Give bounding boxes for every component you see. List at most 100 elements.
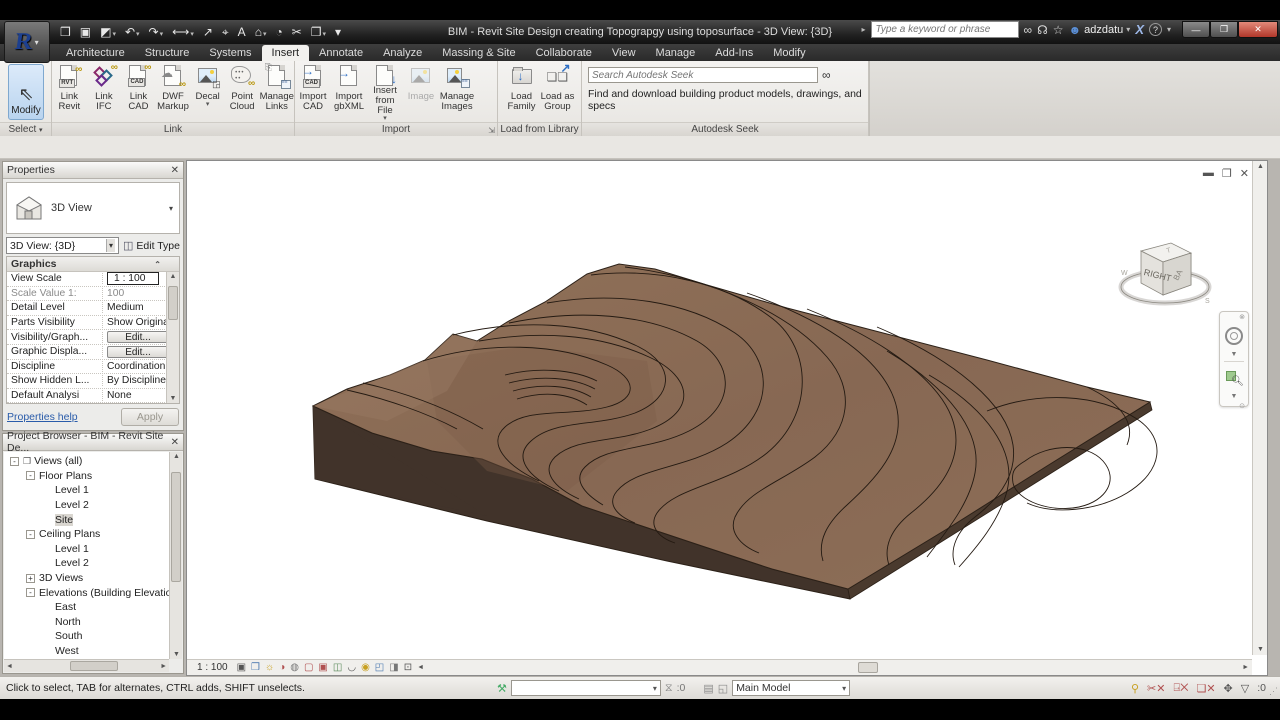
expand-icon[interactable]: + xyxy=(26,574,35,583)
worksets-dropdown[interactable]: ▾ xyxy=(511,680,661,696)
crop-view-icon[interactable]: ▢ xyxy=(304,663,313,673)
save-icon[interactable]: ▣ xyxy=(76,24,95,40)
manage-images-button[interactable]: ≡≡Manage Images xyxy=(439,62,475,121)
viewport-horizontal-scrollbar[interactable]: ► xyxy=(503,659,1252,675)
exchange-apps-icon[interactable]: X xyxy=(1135,22,1144,37)
search-icon[interactable]: ∞ xyxy=(1024,23,1033,37)
tab-systems[interactable]: Systems xyxy=(199,45,261,61)
type-selector-caret-icon[interactable]: ▾ xyxy=(169,204,173,213)
dwf-markup-button[interactable]: ☁∞DWF Markup xyxy=(156,62,191,121)
property-row[interactable]: Scale Value 1:100 xyxy=(7,287,179,302)
link-revit-button[interactable]: RVT∞Link Revit xyxy=(52,62,87,121)
tab-add-ins[interactable]: Add-Ins xyxy=(705,45,763,61)
tree-item-south[interactable]: South xyxy=(4,629,169,644)
viewport-scroll-right-icon[interactable]: ► xyxy=(1242,664,1249,671)
tree-item-level-2[interactable]: Level 2 xyxy=(4,556,169,571)
tab-structure[interactable]: Structure xyxy=(135,45,200,61)
edit-type-button[interactable]: ◫ Edit Type xyxy=(123,239,180,252)
close-button[interactable]: ✕ xyxy=(1238,21,1278,38)
viewport-vertical-scrollbar[interactable]: ▲ ▼ xyxy=(1252,161,1267,655)
highlight-sets-icon[interactable]: ◨ xyxy=(389,663,398,673)
zoom-region-button[interactable]: 🔍︎ xyxy=(1220,363,1248,393)
locked-view-icon[interactable]: ◫ xyxy=(333,663,342,673)
property-row[interactable]: Show Hidden L...By Discipline xyxy=(7,374,179,389)
section-icon[interactable]: ✂ xyxy=(288,24,306,40)
tab-architecture[interactable]: Architecture xyxy=(56,45,135,61)
viewport-scroll-down-icon[interactable]: ▼ xyxy=(1257,646,1264,653)
properties-close-icon[interactable]: ✕ xyxy=(171,165,179,176)
collapse-icon[interactable]: - xyxy=(26,471,35,480)
property-row[interactable]: Parts VisibilityShow Original xyxy=(7,316,179,331)
tab-analyze[interactable]: Analyze xyxy=(373,45,432,61)
tag-icon[interactable]: ⌖ xyxy=(218,24,233,41)
properties-title-bar[interactable]: Properties ✕ xyxy=(3,162,183,179)
analytical-model-icon[interactable]: ◰ xyxy=(375,663,384,673)
viewcube[interactable]: RIGHT BA T W S xyxy=(1113,213,1223,323)
tree-item-level-1[interactable]: Level 1 xyxy=(4,542,169,557)
drag-on-selection-icon[interactable]: ✥ xyxy=(1224,682,1233,695)
design-options-dropdown[interactable]: Main Model▾ xyxy=(732,680,850,696)
rendering-dialog-icon[interactable]: ◍ xyxy=(290,663,299,673)
select-underlay-off-icon[interactable]: ✂✕ xyxy=(1147,682,1165,695)
select-links-icon[interactable]: ⚲ xyxy=(1131,682,1139,695)
project-browser-close-icon[interactable]: ✕ xyxy=(171,437,179,448)
graphics-group-header[interactable]: Graphics ⌃ xyxy=(7,257,179,272)
help-caret-icon[interactable]: ▾ xyxy=(1167,25,1171,34)
tree-scroll-left-icon[interactable]: ◄ xyxy=(6,663,13,670)
worksets-icon[interactable]: ⚒ xyxy=(497,682,507,695)
tab-manage[interactable]: Manage xyxy=(646,45,706,61)
viewport-scroll-up-icon[interactable]: ▲ xyxy=(1257,163,1264,170)
sun-path-off-icon[interactable]: ☼ xyxy=(265,663,274,673)
active-option-icon[interactable]: ◱ xyxy=(718,682,728,695)
tree-item-level-2[interactable]: Level 2 xyxy=(4,498,169,513)
select-pinned-off-icon[interactable]: ⍈✕ xyxy=(1173,682,1188,695)
tab-insert[interactable]: Insert xyxy=(262,45,310,61)
select-by-face-off-icon[interactable]: ❏✕ xyxy=(1196,682,1215,695)
properties-help-link[interactable]: Properties help xyxy=(7,411,78,423)
insert-from-file-button[interactable]: ↓Insert from File▾ xyxy=(367,62,403,121)
point-cloud-button[interactable]: •••••∞Point Cloud xyxy=(225,62,260,121)
seek-search-input[interactable] xyxy=(588,67,818,83)
communication-center-icon[interactable]: ☊ xyxy=(1037,23,1048,37)
property-row[interactable]: Graphic Displa...Edit... xyxy=(7,345,179,360)
help-icon[interactable]: ? xyxy=(1149,23,1162,36)
tree-item-north[interactable]: North xyxy=(4,615,169,630)
infocenter-collapse-icon[interactable]: ▸ xyxy=(861,25,865,34)
tab-collaborate[interactable]: Collaborate xyxy=(526,45,602,61)
navbar-close-icon[interactable]: ⊗ xyxy=(1220,312,1248,321)
text-icon[interactable]: A xyxy=(234,24,250,40)
decal-button[interactable]: ◲Decal▾ xyxy=(190,62,225,121)
apply-button[interactable]: Apply xyxy=(121,408,179,426)
tree-item-west[interactable]: West xyxy=(4,644,169,659)
property-row[interactable]: DisciplineCoordination xyxy=(7,360,179,375)
import-cad-button[interactable]: CAD→Import CAD xyxy=(295,62,331,121)
zoom-caret-icon[interactable]: ▼ xyxy=(1220,393,1248,402)
toposurface-3d-model[interactable] xyxy=(187,161,1269,677)
open-icon[interactable]: ❒ xyxy=(56,24,75,40)
visual-style-icon[interactable]: ❒ xyxy=(251,663,260,673)
tree-item-views-all-[interactable]: -❒Views (all) xyxy=(4,454,169,469)
tab-view[interactable]: View xyxy=(602,45,646,61)
tree-horizontal-scrollbar[interactable]: ◄ ► xyxy=(4,659,169,672)
type-selector[interactable]: 3D View ▾ xyxy=(6,182,180,234)
shadows-off-icon[interactable]: ◑ xyxy=(279,663,285,673)
tree-vertical-scrollbar[interactable]: ▲ ▼ xyxy=(169,452,182,659)
properties-scrollbar[interactable]: ▲ ▼ xyxy=(166,272,179,403)
measure-icon[interactable]: ⟷▾ xyxy=(168,24,198,40)
collapse-icon[interactable]: - xyxy=(10,457,19,466)
restore-button[interactable]: ❐ xyxy=(1210,21,1238,38)
tree-item-ceiling-plans[interactable]: -Ceiling Plans xyxy=(4,527,169,542)
tree-item-level-1[interactable]: Level 1 xyxy=(4,483,169,498)
tree-item-site[interactable]: Site xyxy=(4,512,169,527)
property-row[interactable]: Visibility/Graph...Edit... xyxy=(7,330,179,345)
import-dialog-launcher-icon[interactable]: ⇲ xyxy=(488,126,495,135)
manage-links-button[interactable]: ≡≡⎘Manage Links xyxy=(259,62,294,121)
aligned-dimension-icon[interactable]: ↗ xyxy=(199,24,217,40)
switch-windows-icon[interactable]: ❐▾ xyxy=(307,24,330,40)
tab-annotate[interactable]: Annotate xyxy=(309,45,373,61)
property-row[interactable]: Detail LevelMedium xyxy=(7,301,179,316)
editable-only-icon[interactable]: ⧖ xyxy=(665,682,673,695)
publish-icon[interactable]: ◩▾ xyxy=(96,24,120,40)
undo-icon[interactable]: ↶▾ xyxy=(121,24,144,40)
infocenter-search-input[interactable] xyxy=(871,21,1019,38)
